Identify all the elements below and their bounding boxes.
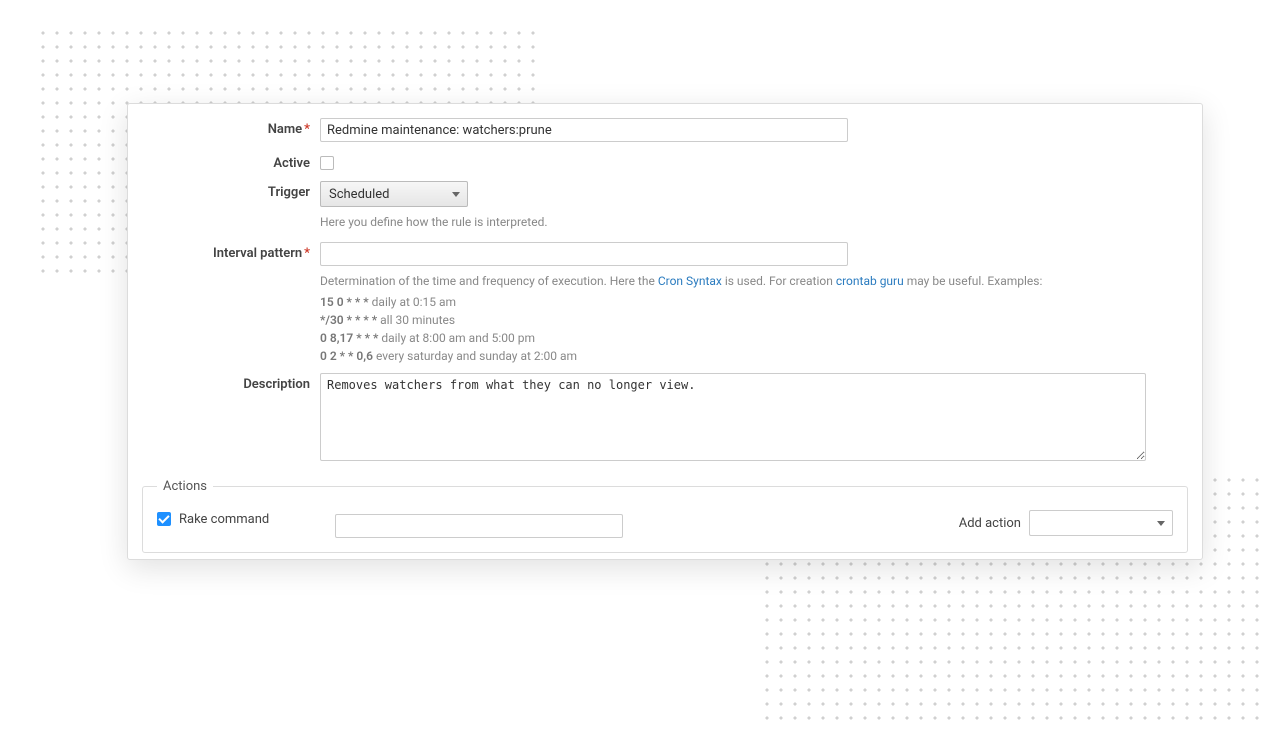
add-action-select[interactable]	[1029, 510, 1173, 536]
crontab-guru-link[interactable]: crontab guru	[836, 274, 904, 288]
trigger-select[interactable]: Scheduled	[320, 181, 468, 207]
required-marker: *	[304, 246, 310, 261]
active-checkbox[interactable]	[320, 156, 334, 170]
description-label: Description	[142, 373, 320, 392]
name-label: Name*	[142, 118, 320, 137]
trigger-label: Trigger	[142, 181, 320, 200]
cron-syntax-link[interactable]: Cron Syntax	[658, 274, 722, 288]
form-panel: Name* Active Trigger Scheduled Here you …	[127, 103, 1203, 560]
trigger-hint: Here you define how the rule is interpre…	[320, 213, 1188, 232]
interval-input[interactable]	[320, 242, 848, 266]
interval-examples: 15 0 * * *daily at 0:15 am */30 * * * *a…	[320, 295, 1188, 363]
rake-command-input[interactable]	[335, 514, 623, 538]
description-textarea[interactable]: Removes watchers from what they can no l…	[320, 373, 1146, 461]
name-input[interactable]	[320, 118, 848, 142]
add-action-label: Add action	[959, 516, 1021, 531]
rake-command-label[interactable]: Rake command	[157, 510, 335, 530]
interval-label: Interval pattern*	[142, 242, 320, 261]
actions-legend: Actions	[157, 479, 213, 494]
actions-fieldset: Actions Rake command Add action	[142, 479, 1188, 553]
rake-command-checkbox[interactable]	[157, 512, 171, 526]
active-label: Active	[142, 152, 320, 171]
required-marker: *	[304, 122, 310, 137]
interval-hint: Determination of the time and frequency …	[320, 272, 1188, 291]
